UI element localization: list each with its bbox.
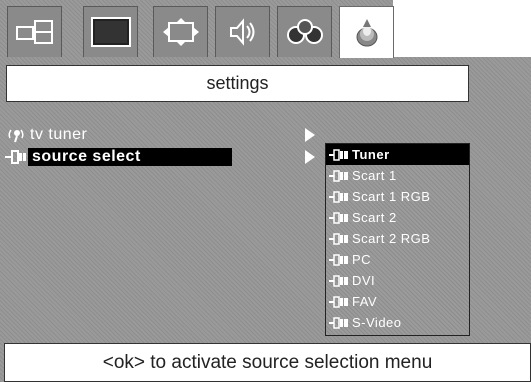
source-plug-icon bbox=[329, 169, 349, 182]
source-option-label: PC bbox=[352, 252, 372, 267]
tab-image-format[interactable] bbox=[153, 6, 208, 57]
source-option-label: Scart 2 RGB bbox=[352, 231, 431, 246]
source-option-scart-2-rgb[interactable]: Scart 2 RGB bbox=[326, 228, 469, 249]
screen-icon bbox=[90, 17, 131, 47]
page-title: settings bbox=[6, 65, 469, 102]
source-option-scart-1-rgb[interactable]: Scart 1 RGB bbox=[326, 186, 469, 207]
source-plug-icon bbox=[329, 190, 349, 203]
source-plug-icon bbox=[329, 232, 349, 245]
source-option-pc[interactable]: PC bbox=[326, 249, 469, 270]
image-format-icon bbox=[161, 17, 201, 47]
features-icon bbox=[285, 17, 325, 47]
source-option-label: S-Video bbox=[352, 315, 402, 330]
menu-item-label: source select bbox=[28, 148, 232, 166]
source-option-label: Scart 2 bbox=[352, 210, 397, 225]
settings-menu: tv tuner source select bbox=[4, 124, 324, 168]
submenu-arrow-icon bbox=[304, 149, 316, 170]
tab-strip bbox=[0, 0, 400, 58]
submenu-arrow-icon bbox=[304, 127, 316, 148]
menu-item-source-select[interactable]: source select bbox=[4, 146, 324, 168]
menu-item-tv-tuner[interactable]: tv tuner bbox=[4, 124, 324, 146]
source-option-label: FAV bbox=[352, 294, 378, 309]
source-option-scart-2[interactable]: Scart 2 bbox=[326, 207, 469, 228]
top-right-blank bbox=[393, 0, 531, 57]
source-plug-icon bbox=[329, 148, 349, 161]
settings-icon bbox=[352, 17, 382, 49]
source-option-label: Scart 1 RGB bbox=[352, 189, 431, 204]
source-option-scart-1[interactable]: Scart 1 bbox=[326, 165, 469, 186]
picture-in-picture-icon bbox=[15, 19, 54, 45]
source-plug-icon bbox=[329, 295, 349, 308]
tab-settings[interactable] bbox=[339, 6, 394, 58]
source-option-label: Tuner bbox=[352, 147, 390, 162]
source-option-s-video[interactable]: S-Video bbox=[326, 312, 469, 333]
source-option-fav[interactable]: FAV bbox=[326, 291, 469, 312]
source-option-label: Scart 1 bbox=[352, 168, 397, 183]
speaker-icon bbox=[223, 17, 263, 47]
antenna-icon bbox=[4, 126, 28, 144]
source-plug-icon bbox=[329, 316, 349, 329]
source-plug-icon bbox=[329, 211, 349, 224]
source-option-tuner[interactable]: Tuner bbox=[326, 144, 469, 165]
tab-sound[interactable] bbox=[215, 6, 270, 57]
source-option-dvi[interactable]: DVI bbox=[326, 270, 469, 291]
source-plug-icon bbox=[329, 274, 349, 287]
tab-screen[interactable] bbox=[83, 6, 138, 57]
source-option-label: DVI bbox=[352, 273, 376, 288]
tab-layout[interactable] bbox=[7, 6, 62, 57]
menu-item-label: tv tuner bbox=[30, 126, 88, 143]
source-plug-icon bbox=[4, 148, 28, 166]
source-submenu: Tuner Scart 1 Scart 1 RGB Scart 2 Scart … bbox=[325, 143, 470, 336]
tab-features[interactable] bbox=[277, 6, 332, 57]
help-text: <ok> to activate source selection menu bbox=[4, 343, 531, 382]
source-plug-icon bbox=[329, 253, 349, 266]
